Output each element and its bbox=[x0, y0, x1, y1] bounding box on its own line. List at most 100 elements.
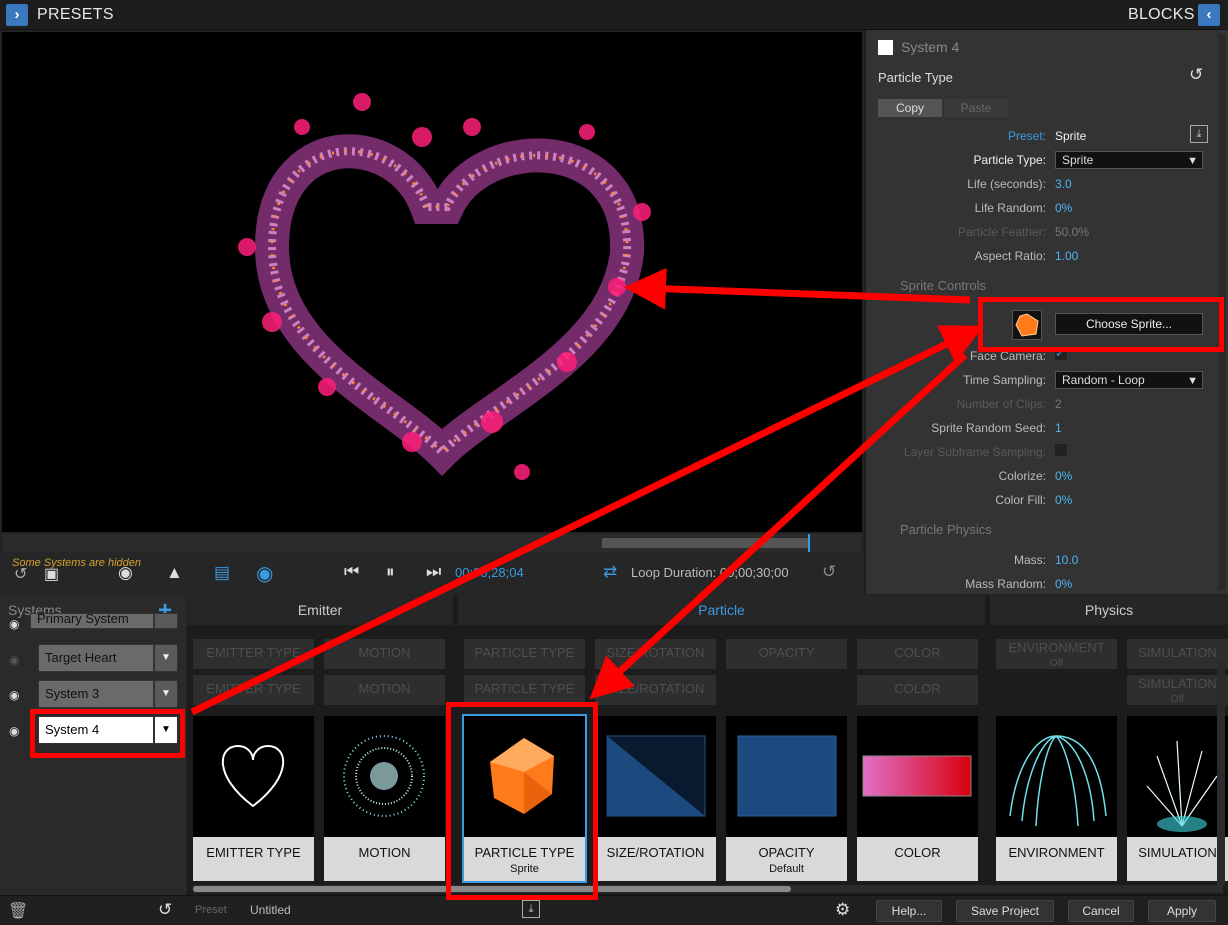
seed-value[interactable]: 1 bbox=[1055, 421, 1062, 435]
undo-icon[interactable]: ↺ bbox=[158, 900, 172, 920]
expand-presets-icon[interactable]: › bbox=[6, 4, 28, 26]
playhead[interactable] bbox=[808, 534, 810, 552]
pause-icon[interactable]: ⏸ bbox=[386, 562, 395, 582]
paste-button[interactable]: Paste bbox=[944, 99, 1008, 117]
ghost-simulation-sub: Off bbox=[1170, 694, 1185, 705]
system-item-system-3[interactable]: System 3 bbox=[38, 680, 154, 708]
apply-button[interactable]: Apply bbox=[1148, 900, 1216, 922]
feather-value: 50.0% bbox=[1055, 225, 1090, 239]
block-size-rotation[interactable]: SIZE/ROTATION bbox=[595, 716, 716, 881]
mass-label: Mass: bbox=[1013, 553, 1046, 567]
color-gradient-icon bbox=[862, 755, 972, 797]
hidden-eye-icon[interactable]: ◉ bbox=[9, 653, 19, 667]
system-item-target-heart[interactable]: Target Heart bbox=[38, 644, 154, 672]
blocks-scrollbar[interactable] bbox=[193, 885, 1223, 893]
life-random-label: Life Random: bbox=[974, 201, 1046, 215]
preset-footer-label: Preset bbox=[195, 904, 227, 916]
life-random-value[interactable]: 0% bbox=[1055, 201, 1072, 215]
emitter-header: Emitter bbox=[187, 595, 453, 625]
reset-block-icon[interactable]: ↺ bbox=[1189, 65, 1203, 85]
reset-icon[interactable]: ↺ bbox=[822, 562, 836, 582]
timeline-work-area[interactable] bbox=[602, 538, 810, 548]
loop-duration[interactable]: Loop Duration: 00;00;30;00 bbox=[631, 565, 789, 580]
ghost-emitter-type[interactable]: EMITTER TYPE bbox=[193, 675, 314, 705]
system-color-swatch[interactable] bbox=[878, 40, 893, 55]
preview-viewport[interactable] bbox=[2, 32, 862, 532]
reset-camera-icon[interactable]: ↺ bbox=[14, 564, 27, 584]
system-item-primary[interactable]: Primary System bbox=[30, 613, 154, 629]
eye-icon[interactable]: ◉ bbox=[9, 617, 19, 631]
ghost-color[interactable]: COLOR bbox=[857, 639, 978, 669]
colorize-value[interactable]: 0% bbox=[1055, 469, 1072, 483]
physics-header: Physics bbox=[990, 595, 1228, 625]
ghost-opacity[interactable]: OPACITY bbox=[726, 639, 847, 669]
camera-icon[interactable]: ▣ bbox=[44, 564, 59, 584]
help-button[interactable]: Help... bbox=[876, 900, 942, 922]
particle-burst-icon bbox=[343, 735, 425, 817]
ghost-size-rotation[interactable]: SIZE/ROTATION bbox=[595, 639, 716, 669]
eye-icon[interactable]: ◉ bbox=[9, 724, 19, 738]
clips-label: Number of Clips: bbox=[956, 397, 1046, 411]
preset-label: Preset: bbox=[1007, 129, 1046, 143]
life-value[interactable]: 3.0 bbox=[1055, 177, 1072, 191]
time-sampling-label: Time Sampling: bbox=[963, 373, 1046, 387]
save-preset-icon[interactable]: ⤓ bbox=[522, 900, 540, 918]
show-emitter-icon[interactable]: ▤ bbox=[214, 563, 230, 583]
eye-icon[interactable]: ◉ bbox=[9, 688, 19, 702]
loop-icon[interactable]: ⇄ bbox=[603, 562, 617, 582]
ghost-simulation[interactable]: SIMULATION bbox=[1127, 639, 1228, 669]
ghost-motion[interactable]: MOTION bbox=[324, 639, 445, 669]
save-project-button[interactable]: Save Project bbox=[956, 900, 1054, 922]
chevron-down-icon[interactable] bbox=[154, 613, 178, 629]
visibility-eye-icon[interactable]: ◉ bbox=[256, 561, 273, 586]
time-sampling-value: Random - Loop bbox=[1062, 373, 1145, 387]
ghost-particle-type[interactable]: PARTICLE TYPE bbox=[464, 639, 585, 669]
subframe-label: Layer Subframe Sampling: bbox=[903, 445, 1046, 459]
block-simulation[interactable]: SIMULATION bbox=[1127, 716, 1228, 881]
motion-blur-icon[interactable]: ◉ bbox=[118, 563, 133, 583]
skip-end-icon[interactable]: ⏭ bbox=[426, 562, 441, 582]
block-motion[interactable]: MOTION bbox=[324, 716, 445, 881]
presets-title: PRESETS bbox=[37, 6, 114, 23]
grid-floor-icon[interactable]: ▲ bbox=[166, 563, 183, 583]
ghost-particle-type[interactable]: PARTICLE TYPE bbox=[464, 675, 585, 705]
copy-button[interactable]: Copy bbox=[878, 99, 942, 117]
feather-label: Particle Feather: bbox=[957, 225, 1046, 239]
particle-type-dropdown[interactable]: Sprite ▼ bbox=[1055, 151, 1203, 169]
ghost-size-rotation[interactable]: SIZE/ROTATION bbox=[595, 675, 716, 705]
ghost-emitter-type[interactable]: EMITTER TYPE bbox=[193, 639, 314, 669]
save-preset-icon[interactable]: ⤓ bbox=[1190, 125, 1208, 143]
ghost-environment[interactable]: ENVIRONMENT Off bbox=[996, 639, 1117, 669]
ghost-simulation[interactable]: SIMULATION Off bbox=[1127, 675, 1228, 705]
mass-value[interactable]: 10.0 bbox=[1055, 553, 1078, 567]
preset-value[interactable]: Sprite bbox=[1055, 129, 1086, 143]
collapse-blocks-icon[interactable]: ‹ bbox=[1198, 4, 1220, 26]
block-color[interactable]: COLOR bbox=[857, 716, 978, 881]
trash-icon[interactable]: 🗑 bbox=[8, 901, 28, 921]
opacity-ramp-icon bbox=[737, 735, 837, 817]
chevron-down-icon[interactable]: ▼ bbox=[154, 644, 178, 672]
cancel-button[interactable]: Cancel bbox=[1068, 900, 1134, 922]
skip-start-icon[interactable]: ⏮ bbox=[344, 562, 359, 582]
particle-type-label: Particle Type: bbox=[973, 153, 1046, 167]
ghost-environment-sub: Off bbox=[1049, 658, 1064, 669]
timeline-track[interactable] bbox=[2, 534, 862, 552]
chevron-down-icon[interactable]: ▼ bbox=[154, 680, 178, 708]
block-opacity[interactable]: OPACITY Default bbox=[726, 716, 847, 881]
gear-icon[interactable]: ⚙ bbox=[835, 900, 850, 920]
block-environment[interactable]: ENVIRONMENT bbox=[996, 716, 1117, 881]
block-emitter-type[interactable]: EMITTER TYPE bbox=[193, 716, 314, 881]
ghost-color[interactable]: COLOR bbox=[857, 675, 978, 705]
size-ramp-icon bbox=[606, 735, 706, 817]
subframe-checkbox[interactable] bbox=[1055, 444, 1067, 456]
ghost-motion[interactable]: MOTION bbox=[324, 675, 445, 705]
timecode[interactable]: 00;00;28;04 bbox=[455, 565, 524, 580]
colorfill-value[interactable]: 0% bbox=[1055, 493, 1072, 507]
mass-random-value[interactable]: 0% bbox=[1055, 577, 1072, 591]
preset-footer-value[interactable]: Untitled bbox=[250, 903, 291, 917]
block-simulation-label: SIMULATION bbox=[1127, 837, 1228, 881]
mass-random-label: Mass Random: bbox=[965, 577, 1046, 591]
time-sampling-dropdown[interactable]: Random - Loop ▼ bbox=[1055, 371, 1203, 389]
blocks-vscroll[interactable] bbox=[1217, 659, 1225, 885]
aspect-value[interactable]: 1.00 bbox=[1055, 249, 1078, 263]
